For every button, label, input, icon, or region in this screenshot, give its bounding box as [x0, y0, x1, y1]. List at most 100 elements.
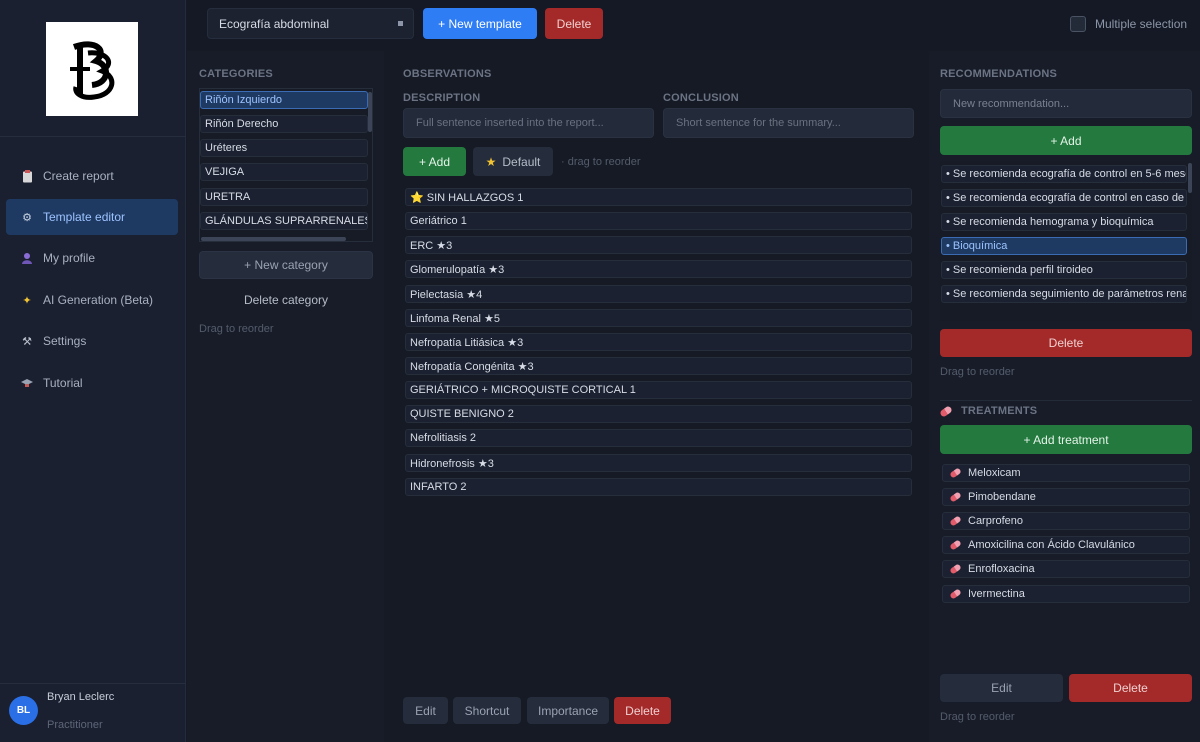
- observation-item[interactable]: Glomerulopatía ★3: [405, 260, 912, 278]
- nav-create-report[interactable]: Create report: [6, 158, 178, 194]
- delete-category-button[interactable]: Delete category: [199, 288, 373, 312]
- nav-label: AI Generation (Beta): [43, 293, 154, 307]
- treatment-label: Amoxicilina con Ácido Clavulánico: [968, 539, 1135, 551]
- logo: [46, 22, 138, 116]
- category-item[interactable]: Riñón Derecho: [200, 115, 368, 133]
- recommendation-item[interactable]: • Se recomienda perfil tiroideo: [941, 261, 1187, 279]
- default-button[interactable]: ★ Default: [473, 147, 553, 176]
- gear-icon: ⚙: [22, 211, 32, 224]
- multiple-selection-label: Multiple selection: [1095, 17, 1188, 31]
- add-treatment-button[interactable]: + Add treatment: [940, 425, 1192, 454]
- recommendations-hint: Drag to reorder: [940, 366, 1015, 378]
- user-icon: [20, 251, 34, 265]
- sidebar-divider: [0, 136, 186, 137]
- recommendation-item[interactable]: • Se recomienda ecografía de control en …: [941, 189, 1187, 207]
- observation-item[interactable]: Pielectasia ★4: [405, 285, 912, 303]
- recommendation-item[interactable]: • Bioquímica: [941, 237, 1187, 255]
- category-item[interactable]: Uréteres: [200, 139, 368, 157]
- pill-icon: [949, 539, 962, 551]
- new-recommendation-input[interactable]: New recommendation...: [940, 89, 1192, 118]
- pill-icon: [949, 563, 962, 575]
- categories-hint: Drag to reorder: [199, 323, 274, 335]
- observation-item[interactable]: Nefrolitiasis 2: [405, 429, 912, 447]
- multiple-selection-checkbox[interactable]: [1070, 16, 1086, 32]
- new-category-button[interactable]: + New category: [199, 251, 373, 279]
- recommendation-scrollbar[interactable]: [1188, 163, 1192, 193]
- category-item[interactable]: VEJIGA: [200, 163, 368, 181]
- nav-settings[interactable]: ⚒ Settings: [6, 323, 178, 359]
- template-select[interactable]: Ecografía abdominal: [207, 8, 414, 39]
- avatar[interactable]: BL: [9, 696, 38, 725]
- nav-ai-generation[interactable]: ✦ AI Generation (Beta): [6, 282, 178, 318]
- drag-hint: · drag to reorder: [561, 156, 641, 168]
- nav-my-profile[interactable]: My profile: [6, 240, 178, 276]
- category-item[interactable]: Riñón Izquierdo: [200, 91, 368, 109]
- recommendation-list[interactable]: • Se recomienda ecografía de control en …: [940, 161, 1192, 321]
- observation-item[interactable]: Hidronefrosis ★3: [405, 454, 912, 472]
- treatment-item[interactable]: Meloxicam: [942, 464, 1190, 482]
- recommendation-item[interactable]: • Se recomienda seguimiento de parámetro…: [941, 285, 1187, 303]
- category-item[interactable]: URETRA: [200, 188, 368, 206]
- add-observation-button[interactable]: + Add: [403, 147, 466, 176]
- sidebar-divider: [0, 683, 186, 684]
- pill-icon: [949, 588, 962, 600]
- treatment-label: Carprofeno: [968, 515, 1024, 527]
- edit-observation-button[interactable]: Edit: [403, 697, 448, 724]
- pill-icon: [949, 491, 962, 503]
- add-recommendation-button[interactable]: + Add: [940, 126, 1192, 155]
- observation-item[interactable]: ⭐ SIN HALLAZGOS 1: [405, 188, 912, 206]
- default-button-label: Default: [502, 154, 541, 169]
- conclusion-label: CONCLUSION: [663, 92, 739, 104]
- nav-label: Settings: [43, 334, 87, 348]
- observation-item[interactable]: GERIÁTRICO + MICROQUISTE CORTICAL 1: [405, 381, 912, 399]
- conclusion-input[interactable]: Short sentence for the summary...: [663, 108, 914, 138]
- observation-item[interactable]: Nefropatía Litiásica ★3: [405, 333, 912, 351]
- observation-item[interactable]: Linfoma Renal ★5: [405, 309, 912, 327]
- treatment-item[interactable]: Enrofloxacina: [942, 560, 1190, 578]
- treatments-divider: [940, 400, 1192, 401]
- observation-item[interactable]: Geriátrico 1: [405, 212, 912, 230]
- treatments-header: TREATMENTS: [939, 404, 1037, 418]
- treatment-label: Meloxicam: [968, 467, 1021, 479]
- observation-item[interactable]: QUISTE BENIGNO 2: [405, 405, 912, 423]
- nav-label: My profile: [43, 251, 96, 265]
- delete-observation-button[interactable]: Delete: [614, 697, 671, 724]
- observation-item[interactable]: INFARTO 2: [405, 478, 912, 496]
- pill-icon: [949, 515, 962, 527]
- delete-treatment-button[interactable]: Delete: [1069, 674, 1192, 702]
- shortcut-button[interactable]: Shortcut: [453, 697, 521, 724]
- tools-icon: ⚒: [22, 335, 32, 348]
- importance-button[interactable]: Importance: [527, 697, 609, 724]
- category-scrollbar[interactable]: [368, 92, 372, 132]
- categories-title: CATEGORIES: [199, 68, 273, 80]
- edit-treatment-button[interactable]: Edit: [940, 674, 1063, 702]
- treatment-item[interactable]: Ivermectina: [942, 585, 1190, 603]
- description-input[interactable]: Full sentence inserted into the report..…: [403, 108, 654, 138]
- delete-recommendation-button[interactable]: Delete: [940, 329, 1192, 357]
- treatment-item[interactable]: Carprofeno: [942, 512, 1190, 530]
- dropdown-caret-icon: [398, 21, 403, 26]
- graduation-cap-icon: [20, 376, 34, 390]
- category-scrollbar-horizontal[interactable]: [201, 237, 346, 241]
- pill-icon: [939, 404, 953, 418]
- nav-tutorial[interactable]: Tutorial: [6, 365, 178, 401]
- new-template-button[interactable]: + New template: [423, 8, 537, 39]
- star-icon: ★: [485, 154, 497, 169]
- treatment-item[interactable]: Amoxicilina con Ácido Clavulánico: [942, 536, 1190, 554]
- nav-label: Tutorial: [43, 376, 83, 390]
- description-label: DESCRIPTION: [403, 92, 481, 104]
- observation-item[interactable]: ERC ★3: [405, 236, 912, 254]
- pill-icon: [949, 467, 962, 479]
- recommendation-item[interactable]: • Se recomienda ecografía de control en …: [941, 165, 1187, 183]
- treatment-item[interactable]: Pimobendane: [942, 488, 1190, 506]
- logo-icon: [70, 41, 115, 100]
- treatment-label: Enrofloxacina: [968, 563, 1035, 575]
- treatment-label: Ivermectina: [968, 588, 1025, 600]
- treatment-label: Pimobendane: [968, 491, 1036, 503]
- treatments-hint: Drag to reorder: [940, 711, 1015, 723]
- observation-item[interactable]: Nefropatía Congénita ★3: [405, 357, 912, 375]
- delete-template-button[interactable]: Delete: [545, 8, 603, 39]
- nav-template-editor[interactable]: ⚙ Template editor: [6, 199, 178, 235]
- recommendation-item[interactable]: • Se recomienda hemograma y bioquímica: [941, 213, 1187, 231]
- category-item[interactable]: GLÁNDULAS SUPRARRENALES: [200, 212, 368, 230]
